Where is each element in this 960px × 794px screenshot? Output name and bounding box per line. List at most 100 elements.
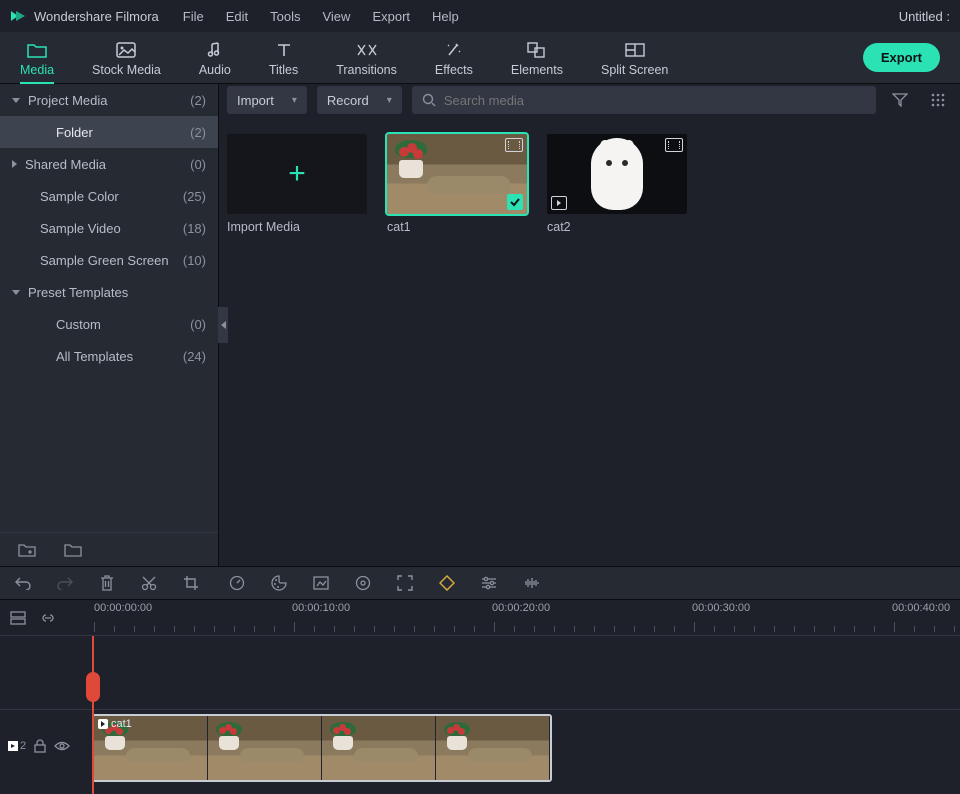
plus-icon: + xyxy=(288,159,306,189)
tab-transitions[interactable]: Transitions xyxy=(336,35,397,83)
sidebar-item-sample-video[interactable]: Sample Video (18) xyxy=(0,212,218,244)
search-input[interactable] xyxy=(444,93,866,108)
video-track: 2 cat1 xyxy=(0,709,960,783)
sidebar-item-folder[interactable]: Folder (2) xyxy=(0,116,218,148)
sparkle-icon xyxy=(445,39,463,61)
crop-icon[interactable] xyxy=(182,574,200,592)
elements-icon xyxy=(527,39,547,61)
tab-label: Effects xyxy=(435,63,473,77)
tab-label: Audio xyxy=(199,63,231,77)
green-screen-icon[interactable] xyxy=(312,574,330,592)
adjust-icon[interactable] xyxy=(480,574,498,592)
film-icon xyxy=(665,138,683,152)
document-title: Untitled : xyxy=(899,9,950,24)
audio-wave-icon[interactable] xyxy=(522,574,540,592)
tab-titles[interactable]: Titles xyxy=(269,35,298,83)
play-icon xyxy=(98,719,108,729)
export-button[interactable]: Export xyxy=(863,43,940,72)
tab-label: Transitions xyxy=(336,63,397,77)
grid-view-icon[interactable] xyxy=(924,86,952,114)
motion-icon[interactable] xyxy=(354,574,372,592)
eye-icon[interactable] xyxy=(54,740,70,752)
sidebar-item-project-media[interactable]: Project Media (2) xyxy=(0,84,218,116)
app-name: Wondershare Filmora xyxy=(34,9,159,24)
keyframe-icon[interactable] xyxy=(438,574,456,592)
redo-icon xyxy=(56,574,74,592)
import-dropdown[interactable]: Import ▾ xyxy=(227,86,307,114)
menu-file[interactable]: File xyxy=(183,9,204,24)
check-icon xyxy=(507,194,523,210)
play-icon xyxy=(551,196,567,210)
tab-split-screen[interactable]: Split Screen xyxy=(601,35,668,83)
media-label: cat1 xyxy=(387,220,527,234)
sidebar-item-sample-green-screen[interactable]: Sample Green Screen (10) xyxy=(0,244,218,276)
cut-icon[interactable] xyxy=(140,574,158,592)
new-folder-icon[interactable] xyxy=(18,543,36,557)
menu-tools[interactable]: Tools xyxy=(270,9,300,24)
sidebar-item-preset-templates[interactable]: Preset Templates xyxy=(0,276,218,308)
app-logo-icon xyxy=(10,8,26,24)
title-bar: Wondershare Filmora File Edit Tools View… xyxy=(0,0,960,32)
sidebar-item-all-templates[interactable]: All Templates (24) xyxy=(0,340,218,372)
search-icon xyxy=(422,93,436,107)
track-badge: 2 xyxy=(8,740,26,752)
transition-icon xyxy=(356,39,378,61)
main-panel: Project Media (2) Folder (2) Shared Medi… xyxy=(0,84,960,566)
sidebar-item-sample-color[interactable]: Sample Color (25) xyxy=(0,180,218,212)
speed-icon[interactable] xyxy=(228,574,246,592)
playhead-handle[interactable] xyxy=(86,672,100,702)
sidebar-bottom xyxy=(0,532,218,566)
clip-label: cat1 xyxy=(98,718,132,730)
menu-help[interactable]: Help xyxy=(432,9,459,24)
media-thumb[interactable] xyxy=(547,134,687,214)
tab-stock-media[interactable]: Stock Media xyxy=(92,35,161,83)
tab-media[interactable]: Media xyxy=(20,35,54,83)
film-icon xyxy=(505,138,523,152)
folder-icon-small[interactable] xyxy=(64,543,82,557)
tab-label: Split Screen xyxy=(601,63,668,77)
media-panel-toolbar: Import ▾ Record ▾ xyxy=(219,84,960,116)
search-box[interactable] xyxy=(412,86,876,114)
delete-icon[interactable] xyxy=(98,574,116,592)
folder-icon xyxy=(27,39,47,61)
media-grid: + Import Media cat1 cat2 xyxy=(219,116,960,252)
menu-edit[interactable]: Edit xyxy=(226,9,248,24)
menu-view[interactable]: View xyxy=(322,9,350,24)
record-dropdown[interactable]: Record ▾ xyxy=(317,86,402,114)
link-icon[interactable] xyxy=(40,611,56,625)
timeline-ruler-row: 00:00:00:00 00:00:10:00 00:00:20:00 00:0… xyxy=(0,600,960,636)
tab-label: Media xyxy=(20,63,54,77)
media-thumb[interactable] xyxy=(387,134,527,214)
menu-export[interactable]: Export xyxy=(372,9,410,24)
tab-label: Titles xyxy=(269,63,298,77)
track-content[interactable]: cat1 xyxy=(90,710,960,783)
tab-label: Elements xyxy=(511,63,563,77)
collapse-sidebar-button[interactable] xyxy=(218,307,228,343)
timeline-clip-cat1[interactable]: cat1 xyxy=(92,714,552,782)
lock-icon[interactable] xyxy=(34,739,46,753)
import-media-card[interactable]: + Import Media xyxy=(227,134,367,234)
text-icon xyxy=(276,39,292,61)
filter-icon[interactable] xyxy=(886,86,914,114)
timeline-ruler[interactable]: 00:00:00:00 00:00:10:00 00:00:20:00 00:0… xyxy=(90,600,960,635)
color-icon[interactable] xyxy=(270,574,288,592)
track-mode-icon[interactable] xyxy=(10,611,26,625)
expand-icon[interactable] xyxy=(396,574,414,592)
media-panel: Import ▾ Record ▾ + Import Media xyxy=(219,84,960,566)
sidebar-item-shared-media[interactable]: Shared Media (0) xyxy=(0,148,218,180)
media-card-cat1[interactable]: cat1 xyxy=(387,134,527,234)
image-icon xyxy=(116,39,136,61)
sidebar-item-custom[interactable]: Custom (0) xyxy=(0,308,218,340)
chevron-down-icon: ▾ xyxy=(387,95,392,106)
undo-icon[interactable] xyxy=(14,574,32,592)
tab-effects[interactable]: Effects xyxy=(435,35,473,83)
timeline-toolbar xyxy=(0,566,960,600)
music-icon xyxy=(206,39,224,61)
media-card-cat2[interactable]: cat2 xyxy=(547,134,687,234)
media-label: Import Media xyxy=(227,220,367,234)
playhead[interactable] xyxy=(92,636,94,794)
sidebar: Project Media (2) Folder (2) Shared Medi… xyxy=(0,84,219,566)
tab-audio[interactable]: Audio xyxy=(199,35,231,83)
import-media-thumb[interactable]: + xyxy=(227,134,367,214)
tab-elements[interactable]: Elements xyxy=(511,35,563,83)
